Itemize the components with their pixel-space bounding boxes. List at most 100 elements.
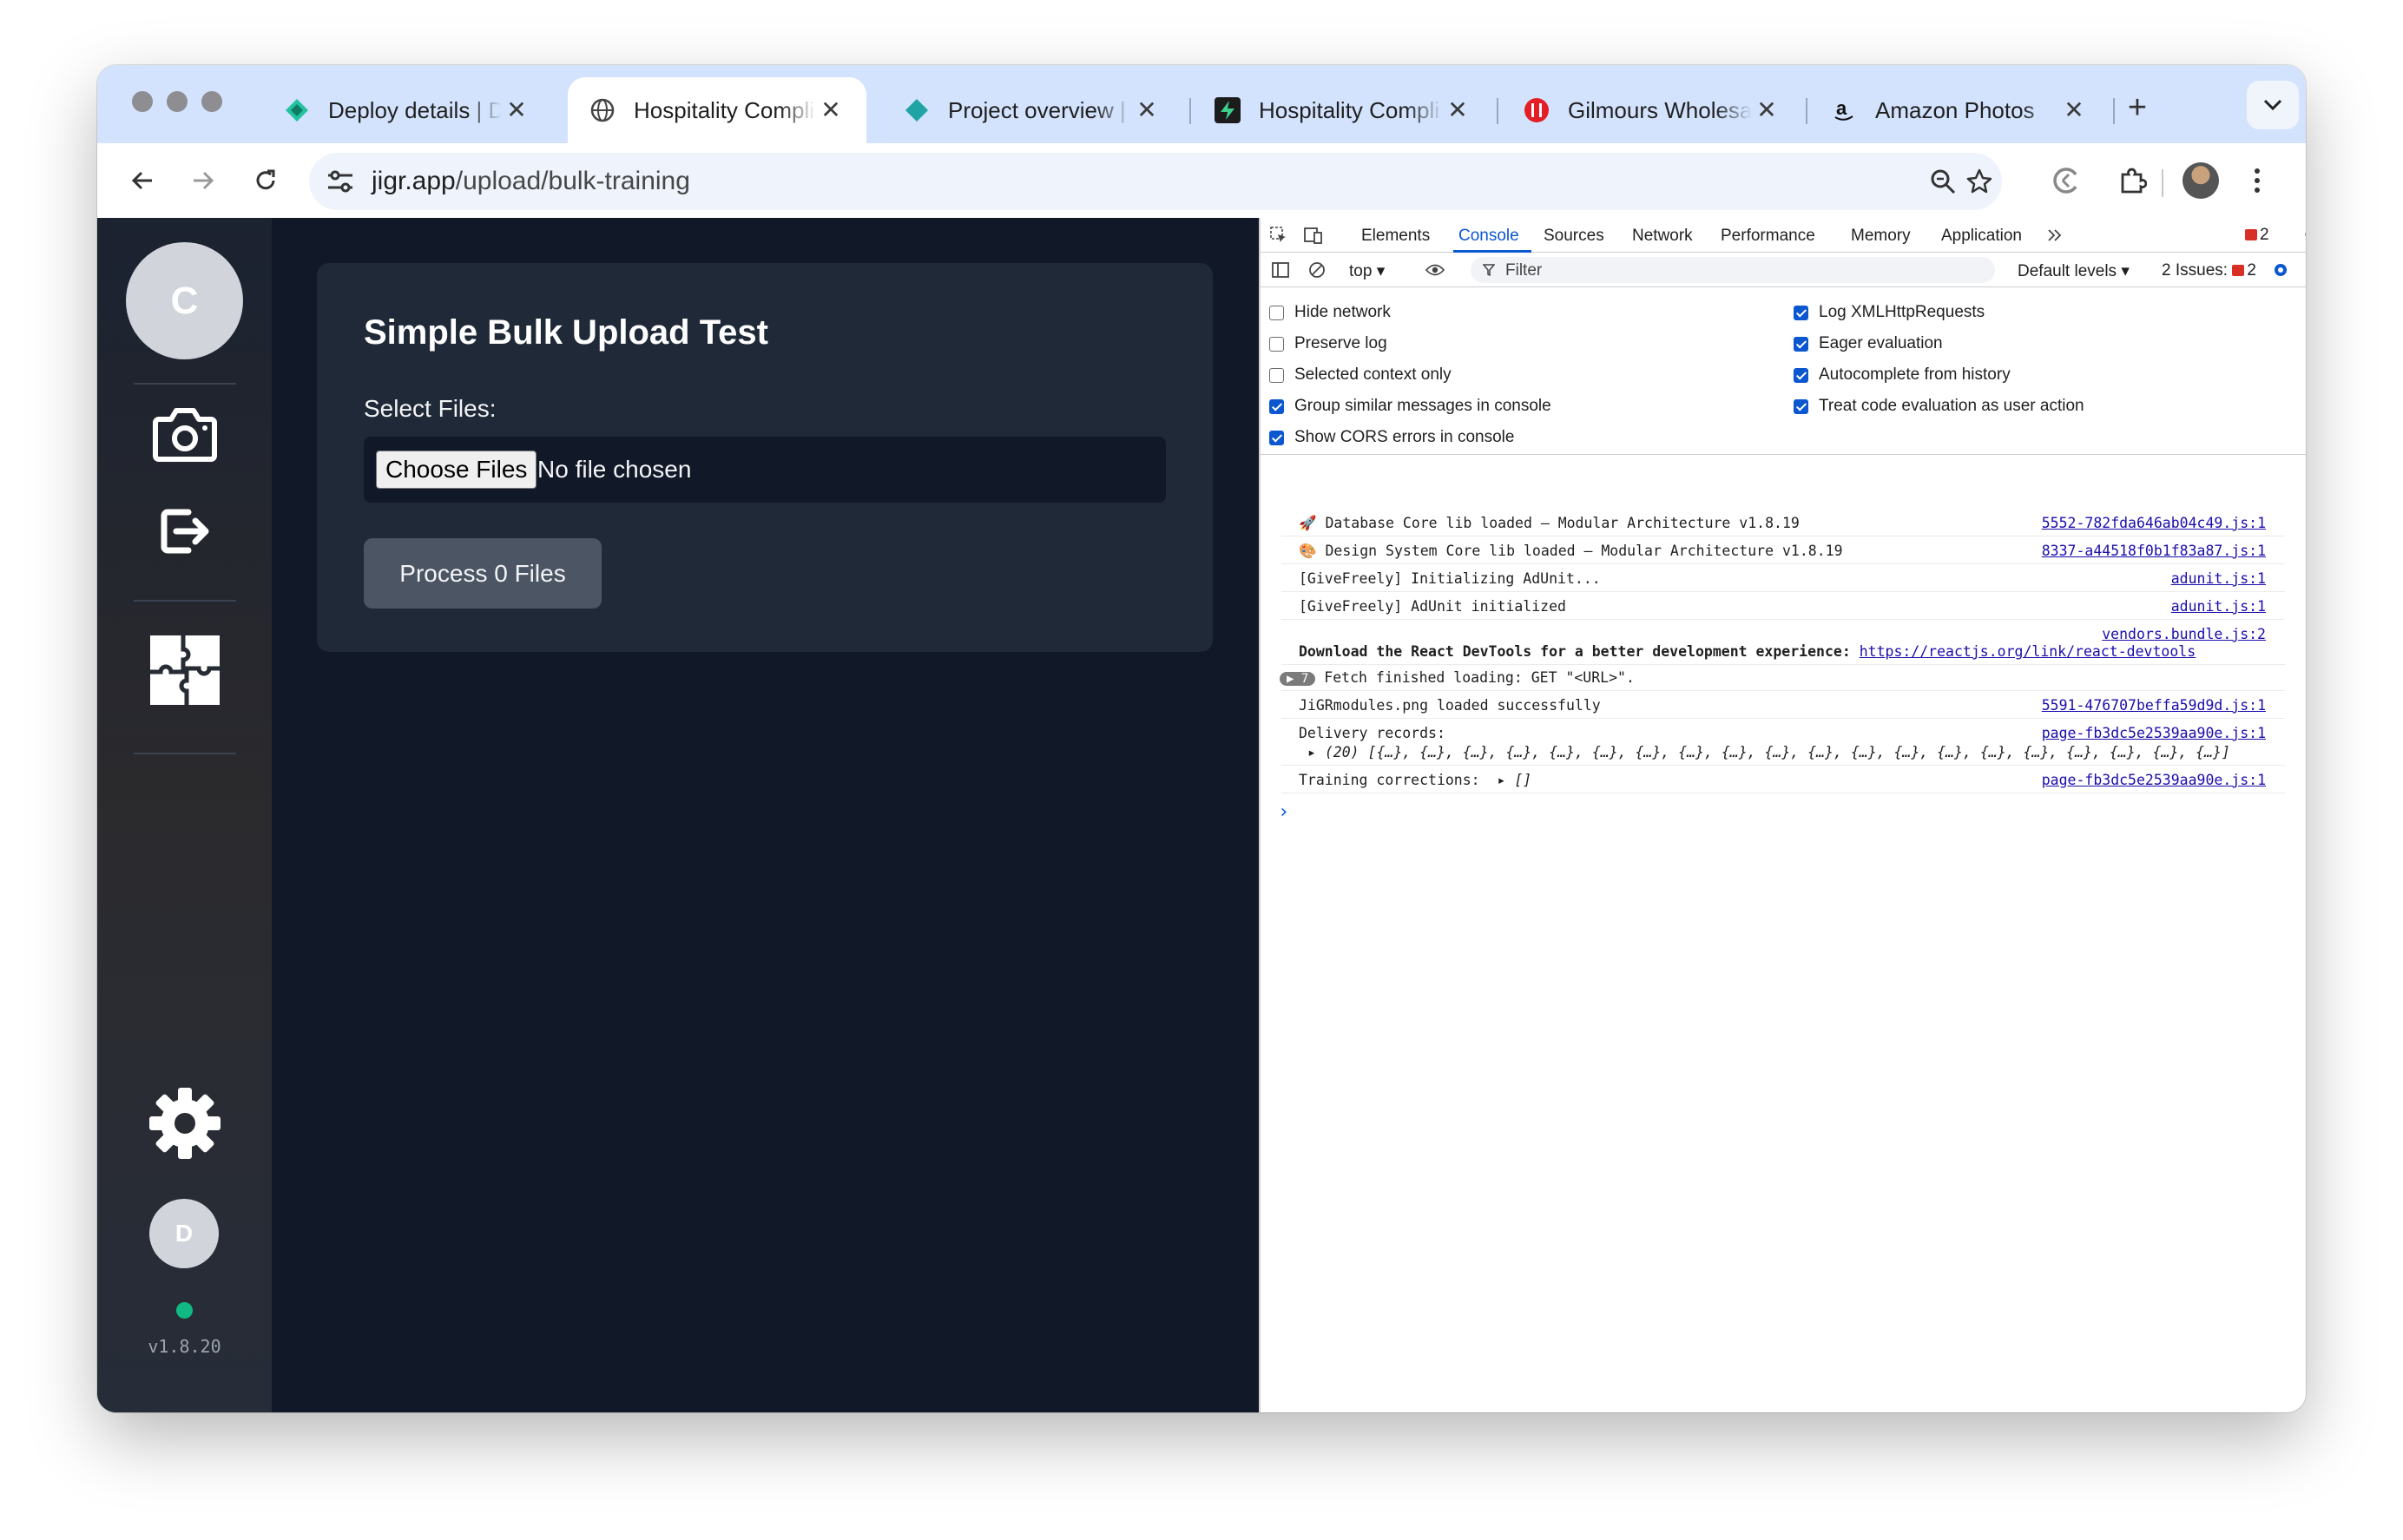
filter-funnel-icon (1483, 264, 1495, 276)
option-log-xhr[interactable]: Log XMLHttpRequests (1794, 303, 1985, 322)
device-toolbar-icon[interactable] (1304, 226, 1323, 245)
option-group-similar[interactable]: Group similar messages in console (1269, 397, 1551, 416)
close-window-button[interactable] (132, 91, 153, 112)
url-text[interactable]: jigr.app/upload/bulk-training (372, 167, 690, 196)
option-autocomplete[interactable]: Autocomplete from history (1794, 365, 2011, 385)
address-bar[interactable]: jigr.app/upload/bulk-training (309, 153, 2002, 210)
tab-title: Project overview | (948, 96, 1126, 123)
source-link[interactable]: adunit.js:1 (2171, 598, 2266, 615)
zoom-button[interactable] (1924, 162, 1962, 201)
file-input[interactable]: Choose Files No file chosen (364, 437, 1166, 503)
react-devtools-link[interactable]: https://reactjs.org/link/react-devtools (1860, 643, 2196, 660)
console-settings-icon[interactable] (2271, 260, 2290, 280)
company-avatar[interactable]: C (126, 242, 243, 359)
devtools-tab-performance[interactable]: Performance (1721, 227, 1815, 246)
puzzle-icon[interactable] (148, 633, 222, 707)
close-tab-icon[interactable]: ✕ (1752, 95, 1781, 125)
console-filter-input[interactable]: Filter (1471, 257, 1995, 283)
profile-avatar[interactable] (2182, 162, 2219, 199)
source-link[interactable]: vendors.bundle.js:2 (2102, 626, 2266, 642)
tab-strip: Deploy details | De ✕ Hospitality Compli… (97, 65, 2306, 143)
checkbox-checked[interactable] (1269, 430, 1284, 445)
tab-hospitality-active[interactable]: Hospitality Compli ✕ (568, 77, 866, 143)
repeat-count-badge[interactable]: ▶ 7 (1280, 672, 1316, 686)
close-tab-icon[interactable]: ✕ (2059, 95, 2089, 125)
select-files-label: Select Files: (364, 395, 497, 422)
tab-title: Amazon Photos (1875, 96, 2035, 123)
option-hide-network[interactable]: Hide network (1269, 303, 1391, 322)
console-message: 🚀 Database Core lib loaded – Modular Arc… (1299, 515, 1800, 531)
process-files-button[interactable]: Process 0 Files (364, 538, 602, 609)
checkbox[interactable] (1269, 367, 1284, 383)
camera-icon[interactable] (148, 397, 222, 471)
console-prompt-chevron-icon[interactable]: › (1278, 801, 1289, 823)
source-link[interactable]: page-fb3dc5e2539aa90e.js:1 (2042, 772, 2266, 788)
inspect-element-icon[interactable] (1269, 226, 1288, 245)
devtools-tab-console[interactable]: Console (1458, 227, 1519, 246)
forward-button[interactable] (184, 161, 222, 200)
checkbox-checked[interactable] (1269, 398, 1284, 414)
choose-files-button[interactable]: Choose Files (376, 451, 537, 489)
tab-gilmours[interactable]: Gilmours Wholesal ✕ (1502, 77, 1802, 143)
site-settings-icon[interactable] (323, 164, 358, 199)
delivery-array-preview[interactable]: ▸ (20) [{…}, {…}, {…}, {…}, {…}, {…}, {…… (1307, 744, 2230, 760)
devtools-tab-network[interactable]: Network (1632, 227, 1693, 246)
option-show-cors[interactable]: Show CORS errors in console (1269, 428, 1514, 447)
close-tab-icon[interactable]: ✕ (1443, 95, 1472, 125)
clear-console-icon[interactable] (1307, 260, 1327, 280)
tab-title: Hospitality Compli (1259, 96, 1440, 123)
tab-hospitality-supabase[interactable]: Hospitality Compli ✕ (1193, 77, 1493, 143)
file-status-text: No file chosen (537, 456, 692, 483)
training-array-preview[interactable]: ▸ [] (1498, 772, 1532, 788)
checkbox-checked[interactable] (1794, 367, 1808, 383)
logout-icon[interactable] (148, 494, 222, 569)
maximize-window-button[interactable] (201, 91, 222, 112)
source-link[interactable]: page-fb3dc5e2539aa90e.js:1 (2042, 725, 2266, 741)
option-treat-user-action[interactable]: Treat code evaluation as user action (1794, 397, 2084, 416)
close-tab-icon[interactable]: ✕ (816, 95, 846, 125)
minimize-window-button[interactable] (167, 91, 188, 112)
log-levels-dropdown[interactable]: Default levels ▾ (2018, 261, 2130, 281)
user-avatar[interactable]: D (149, 1199, 219, 1268)
error-counter[interactable]: 2 (2245, 226, 2269, 245)
devtools-tab-application[interactable]: Application (1941, 227, 2022, 246)
context-selector[interactable]: top ▾ (1349, 261, 1385, 281)
devtools-tab-memory[interactable]: Memory (1851, 227, 1911, 246)
option-label: Show CORS errors in console (1294, 428, 1515, 446)
extensions-menu-button[interactable] (2113, 161, 2151, 200)
close-tab-icon[interactable]: ✕ (502, 95, 531, 125)
issues-label: 2 Issues: (2162, 261, 2229, 280)
gear-icon[interactable] (148, 1086, 222, 1161)
option-preserve-log[interactable]: Preserve log (1269, 334, 1387, 353)
tab-amazon-photos[interactable]: a Amazon Photos ✕ (1809, 77, 2110, 143)
checkbox[interactable] (1269, 336, 1284, 352)
checkbox-checked[interactable] (1794, 398, 1808, 414)
tab-search-button[interactable] (2247, 81, 2299, 129)
tab-project-overview[interactable]: Project overview | ✕ (882, 77, 1182, 143)
issues-counter[interactable]: 2 Issues: 2 (2162, 261, 2256, 280)
source-link[interactable]: 8337-a44518f0b1f83a87.js:1 (2042, 543, 2266, 559)
sidebar-toggle-icon[interactable] (1271, 260, 1290, 280)
checkbox-checked[interactable] (1794, 336, 1808, 352)
url-path: /upload/bulk-training (455, 167, 690, 195)
live-expression-eye-icon[interactable] (1425, 260, 1445, 280)
source-link[interactable]: 5591-476707beffa59d9d.js:1 (2042, 697, 2266, 714)
bookmark-button[interactable] (1960, 162, 1998, 201)
close-tab-icon[interactable]: ✕ (1132, 95, 1162, 125)
new-tab-button[interactable]: + (2120, 91, 2155, 126)
tab-deploy-details[interactable]: Deploy details | De ✕ (262, 77, 552, 143)
devtools-tab-sources[interactable]: Sources (1544, 227, 1604, 246)
option-selected-context[interactable]: Selected context only (1269, 365, 1452, 385)
source-link[interactable]: 5552-782fda646ab04c49.js:1 (2042, 515, 2266, 531)
reload-button[interactable] (247, 161, 285, 200)
more-tabs-icon[interactable] (2045, 226, 2064, 245)
browser-menu-button[interactable] (2238, 161, 2276, 200)
extension-button[interactable] (2047, 161, 2085, 200)
devtools-settings-icon[interactable] (2302, 226, 2306, 245)
checkbox-checked[interactable] (1794, 305, 1808, 320)
source-link[interactable]: adunit.js:1 (2171, 570, 2266, 587)
option-eager-eval[interactable]: Eager evaluation (1794, 334, 1943, 353)
devtools-tab-elements[interactable]: Elements (1361, 227, 1430, 246)
back-button[interactable] (123, 161, 161, 200)
checkbox[interactable] (1269, 305, 1284, 320)
